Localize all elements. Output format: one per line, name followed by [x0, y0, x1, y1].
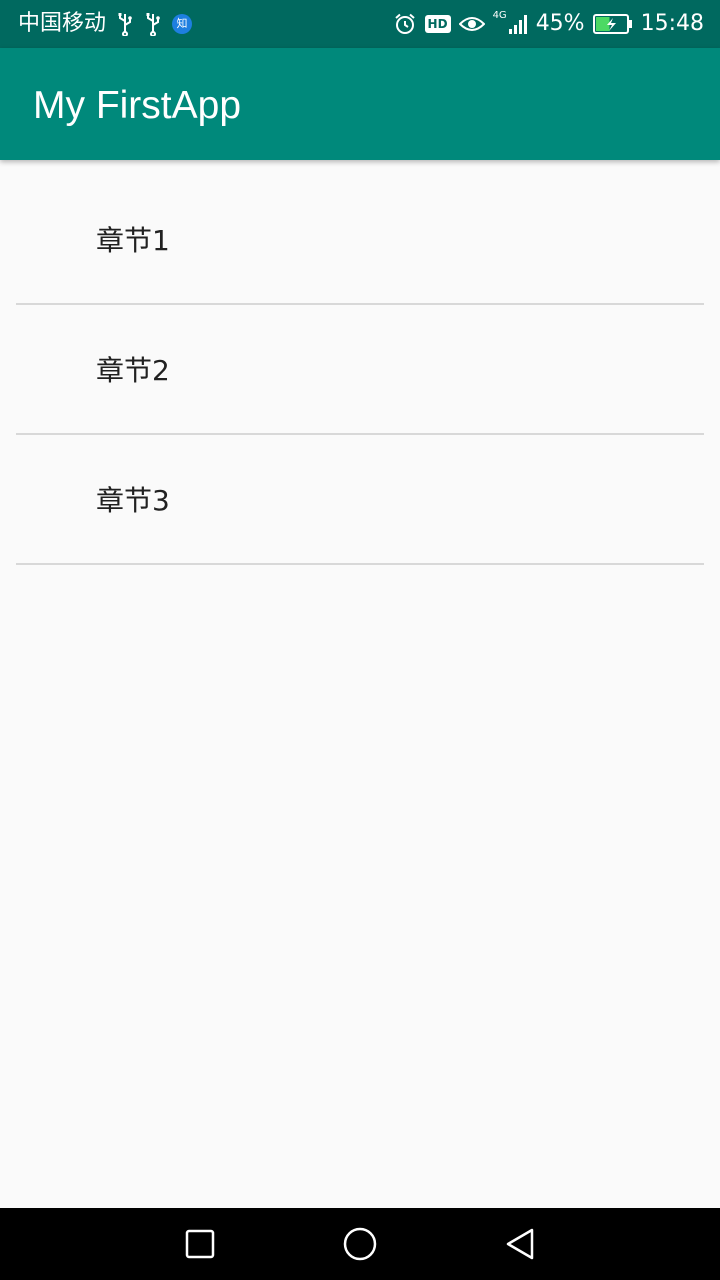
usb-icon: [144, 12, 162, 36]
app-title: My FirstApp: [33, 84, 242, 127]
system-navigation-bar: [0, 1208, 720, 1280]
recent-apps-icon: [185, 1229, 215, 1259]
battery-charging-icon: [592, 13, 633, 35]
alarm-icon: [393, 12, 417, 36]
recent-apps-button[interactable]: [160, 1208, 240, 1280]
clock: 15:48: [640, 11, 704, 36]
usb-icon: [116, 12, 134, 36]
hd-label: HD: [424, 15, 451, 33]
back-icon: [506, 1228, 534, 1260]
status-bar-left: 中国移动 知: [18, 0, 193, 48]
chapter-list: 章节1 章节2 章节3: [0, 160, 720, 565]
home-icon: [343, 1227, 377, 1261]
status-bar-right: HD 4G 45% 15:48: [393, 0, 704, 48]
status-bar: 中国移动 知 HD 4G 45% 15:48: [0, 0, 720, 48]
zhihu-badge: 知: [172, 14, 193, 34]
list-item-chapter-2[interactable]: 章节2: [16, 305, 704, 435]
battery-percent: 45%: [535, 11, 585, 36]
list-item-chapter-3[interactable]: 章节3: [16, 435, 704, 565]
list-item-chapter-1[interactable]: 章节1: [16, 160, 704, 305]
list-item-label: 章节1: [96, 224, 170, 257]
app-bar: My FirstApp: [0, 48, 720, 160]
carrier-name: 中国移动: [18, 11, 107, 36]
network-type-label: 4G: [492, 10, 507, 21]
zhihu-icon: 知: [172, 14, 193, 34]
home-button[interactable]: [320, 1208, 400, 1280]
hd-icon: HD: [424, 15, 451, 33]
back-button[interactable]: [480, 1208, 560, 1280]
list-item-label: 章节2: [96, 354, 170, 387]
list-item-label: 章节3: [96, 484, 170, 517]
eye-icon: [458, 13, 485, 35]
signal-icon: 4G: [493, 0, 528, 48]
content-area: 章节1 章节2 章节3: [0, 160, 720, 1208]
